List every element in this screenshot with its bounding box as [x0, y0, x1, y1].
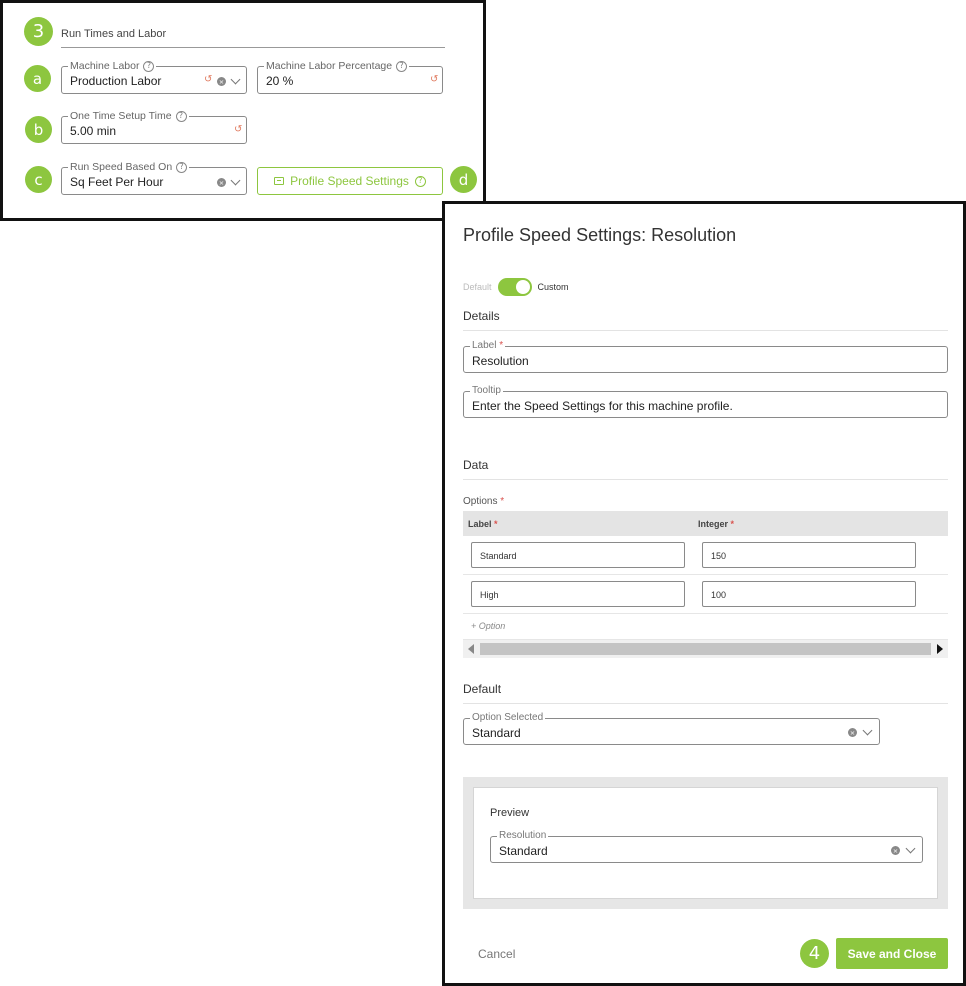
- chevron-down-icon[interactable]: [905, 843, 916, 854]
- setup-time-value: 5.00 min: [70, 124, 117, 138]
- labor-percentage-legend: Machine Labor Percentage ?: [264, 60, 410, 72]
- cancel-button[interactable]: Cancel: [478, 947, 515, 961]
- chevron-down-icon[interactable]: [862, 725, 873, 736]
- step-4-marker: 4: [800, 939, 829, 968]
- preview-resolution-label: Resolution: [497, 830, 549, 841]
- option-selected-select[interactable]: Option Selected Standard ×: [463, 712, 880, 745]
- option-label-input[interactable]: High: [471, 581, 685, 607]
- profile-speed-settings-button[interactable]: Profile Speed Settings ?: [257, 167, 443, 195]
- marker-d: d: [450, 166, 477, 193]
- scrollbar-thumb[interactable]: [480, 643, 931, 655]
- column-header-label: Label *: [468, 519, 498, 529]
- label-field-value: Resolution: [472, 354, 529, 368]
- machine-labor-label: Machine Labor: [70, 60, 140, 72]
- required-mark: *: [494, 519, 498, 529]
- preview-resolution-select[interactable]: Resolution Standard ×: [490, 830, 923, 863]
- section-title: Run Times and Labor: [61, 28, 167, 40]
- details-divider: [463, 330, 948, 331]
- preview-section: Preview Resolution Standard ×: [463, 777, 948, 909]
- run-times-labor-panel: 3 Run Times and Labor a Machine Labor ? …: [0, 0, 486, 221]
- table-row: High 100: [463, 575, 948, 614]
- profile-speed-settings-label: Profile Speed Settings: [290, 174, 409, 188]
- tooltip-field-value: Enter the Speed Settings for this machin…: [472, 399, 733, 413]
- setup-time-legend: One Time Setup Time ?: [68, 110, 189, 122]
- dialog-title: Profile Speed Settings: Resolution: [463, 225, 737, 245]
- options-table: Label * Integer * Standard 150 High 100 …: [463, 511, 948, 658]
- run-speed-value: Sq Feet Per Hour: [70, 175, 164, 189]
- settings-doc-icon: [274, 177, 285, 185]
- option-selected-label: Option Selected: [470, 712, 546, 723]
- required-mark: *: [499, 340, 504, 351]
- profile-speed-settings-dialog: Profile Speed Settings: Resolution Defau…: [442, 201, 966, 986]
- default-divider: [463, 703, 948, 704]
- column-header-integer: Integer *: [698, 519, 734, 529]
- run-speed-label: Run Speed Based On: [70, 161, 173, 173]
- run-speed-select[interactable]: Run Speed Based On ? Sq Feet Per Hour ×: [61, 161, 247, 195]
- save-and-close-button[interactable]: Save and Close: [836, 938, 948, 969]
- setup-time-label: One Time Setup Time: [70, 110, 172, 122]
- scroll-right-arrow-icon[interactable]: [937, 644, 943, 654]
- option-integer-input[interactable]: 150: [702, 542, 916, 568]
- labor-percentage-field[interactable]: Machine Labor Percentage ? 20 % ↺: [257, 60, 443, 94]
- toggle-default-label: Default: [463, 282, 492, 292]
- tooltip-field[interactable]: Tooltip Enter the Speed Settings for thi…: [463, 385, 948, 418]
- option-label-input[interactable]: Standard: [471, 542, 685, 568]
- details-heading: Details: [463, 309, 500, 323]
- option-selected-value: Standard: [472, 726, 521, 740]
- machine-labor-value: Production Labor: [70, 74, 162, 88]
- preview-heading: Preview: [490, 807, 530, 819]
- step-3-marker: 3: [24, 17, 53, 46]
- machine-labor-legend: Machine Labor ?: [68, 60, 157, 72]
- options-table-header: Label * Integer *: [463, 511, 948, 536]
- option-integer-input[interactable]: 100: [702, 581, 916, 607]
- chevron-down-icon[interactable]: [230, 175, 241, 186]
- scroll-left-arrow-icon[interactable]: [468, 644, 474, 654]
- section-divider: [61, 47, 445, 48]
- table-row: Standard 150: [463, 536, 948, 575]
- toggle-custom-label: Custom: [537, 282, 569, 292]
- add-option-row: + Option: [463, 614, 948, 640]
- required-mark: *: [730, 519, 735, 529]
- help-icon[interactable]: ?: [414, 175, 426, 187]
- options-label-text: Options: [463, 496, 498, 507]
- add-option-button[interactable]: + Option: [471, 621, 505, 631]
- label-field[interactable]: Label * Resolution: [463, 340, 948, 373]
- preview-card: Preview Resolution Standard ×: [473, 787, 938, 899]
- reset-icon[interactable]: ↺: [430, 74, 438, 85]
- help-icon[interactable]: ?: [143, 60, 155, 72]
- marker-b: b: [25, 116, 52, 143]
- options-label: Options *: [463, 496, 504, 507]
- help-icon[interactable]: ?: [176, 161, 188, 173]
- column-header-integer-text: Integer: [698, 519, 729, 529]
- toggle-knob: [515, 280, 530, 294]
- marker-c: c: [25, 166, 52, 193]
- tooltip-field-label: Tooltip: [470, 385, 503, 396]
- clear-icon[interactable]: ×: [217, 178, 226, 187]
- reset-icon[interactable]: ↺: [234, 124, 242, 135]
- clear-icon[interactable]: ×: [217, 77, 226, 86]
- preview-resolution-value: Standard: [499, 844, 548, 858]
- default-heading: Default: [463, 682, 502, 696]
- label-field-label: Label: [472, 340, 497, 351]
- labor-percentage-value: 20 %: [266, 74, 294, 88]
- reset-icon[interactable]: ↺: [204, 74, 212, 85]
- default-custom-toggle[interactable]: [497, 278, 532, 296]
- column-header-label-text: Label: [468, 519, 492, 529]
- default-custom-toggle-row: Default Custom: [463, 278, 569, 296]
- help-icon[interactable]: ?: [396, 60, 408, 72]
- clear-icon[interactable]: ×: [848, 728, 857, 737]
- machine-labor-select[interactable]: Machine Labor ? Production Labor ↺ ×: [61, 60, 247, 94]
- label-field-legend: Label *: [470, 340, 506, 351]
- marker-a: a: [24, 65, 51, 92]
- data-divider: [463, 479, 948, 480]
- run-speed-legend: Run Speed Based On ?: [68, 161, 190, 173]
- data-heading: Data: [463, 458, 489, 472]
- horizontal-scrollbar[interactable]: [463, 640, 948, 658]
- clear-icon[interactable]: ×: [891, 846, 900, 855]
- help-icon[interactable]: ?: [175, 110, 187, 122]
- setup-time-field[interactable]: One Time Setup Time ? 5.00 min ↺: [61, 110, 247, 144]
- chevron-down-icon[interactable]: [230, 74, 241, 85]
- labor-percentage-label: Machine Labor Percentage: [266, 60, 393, 72]
- required-mark: *: [500, 496, 505, 507]
